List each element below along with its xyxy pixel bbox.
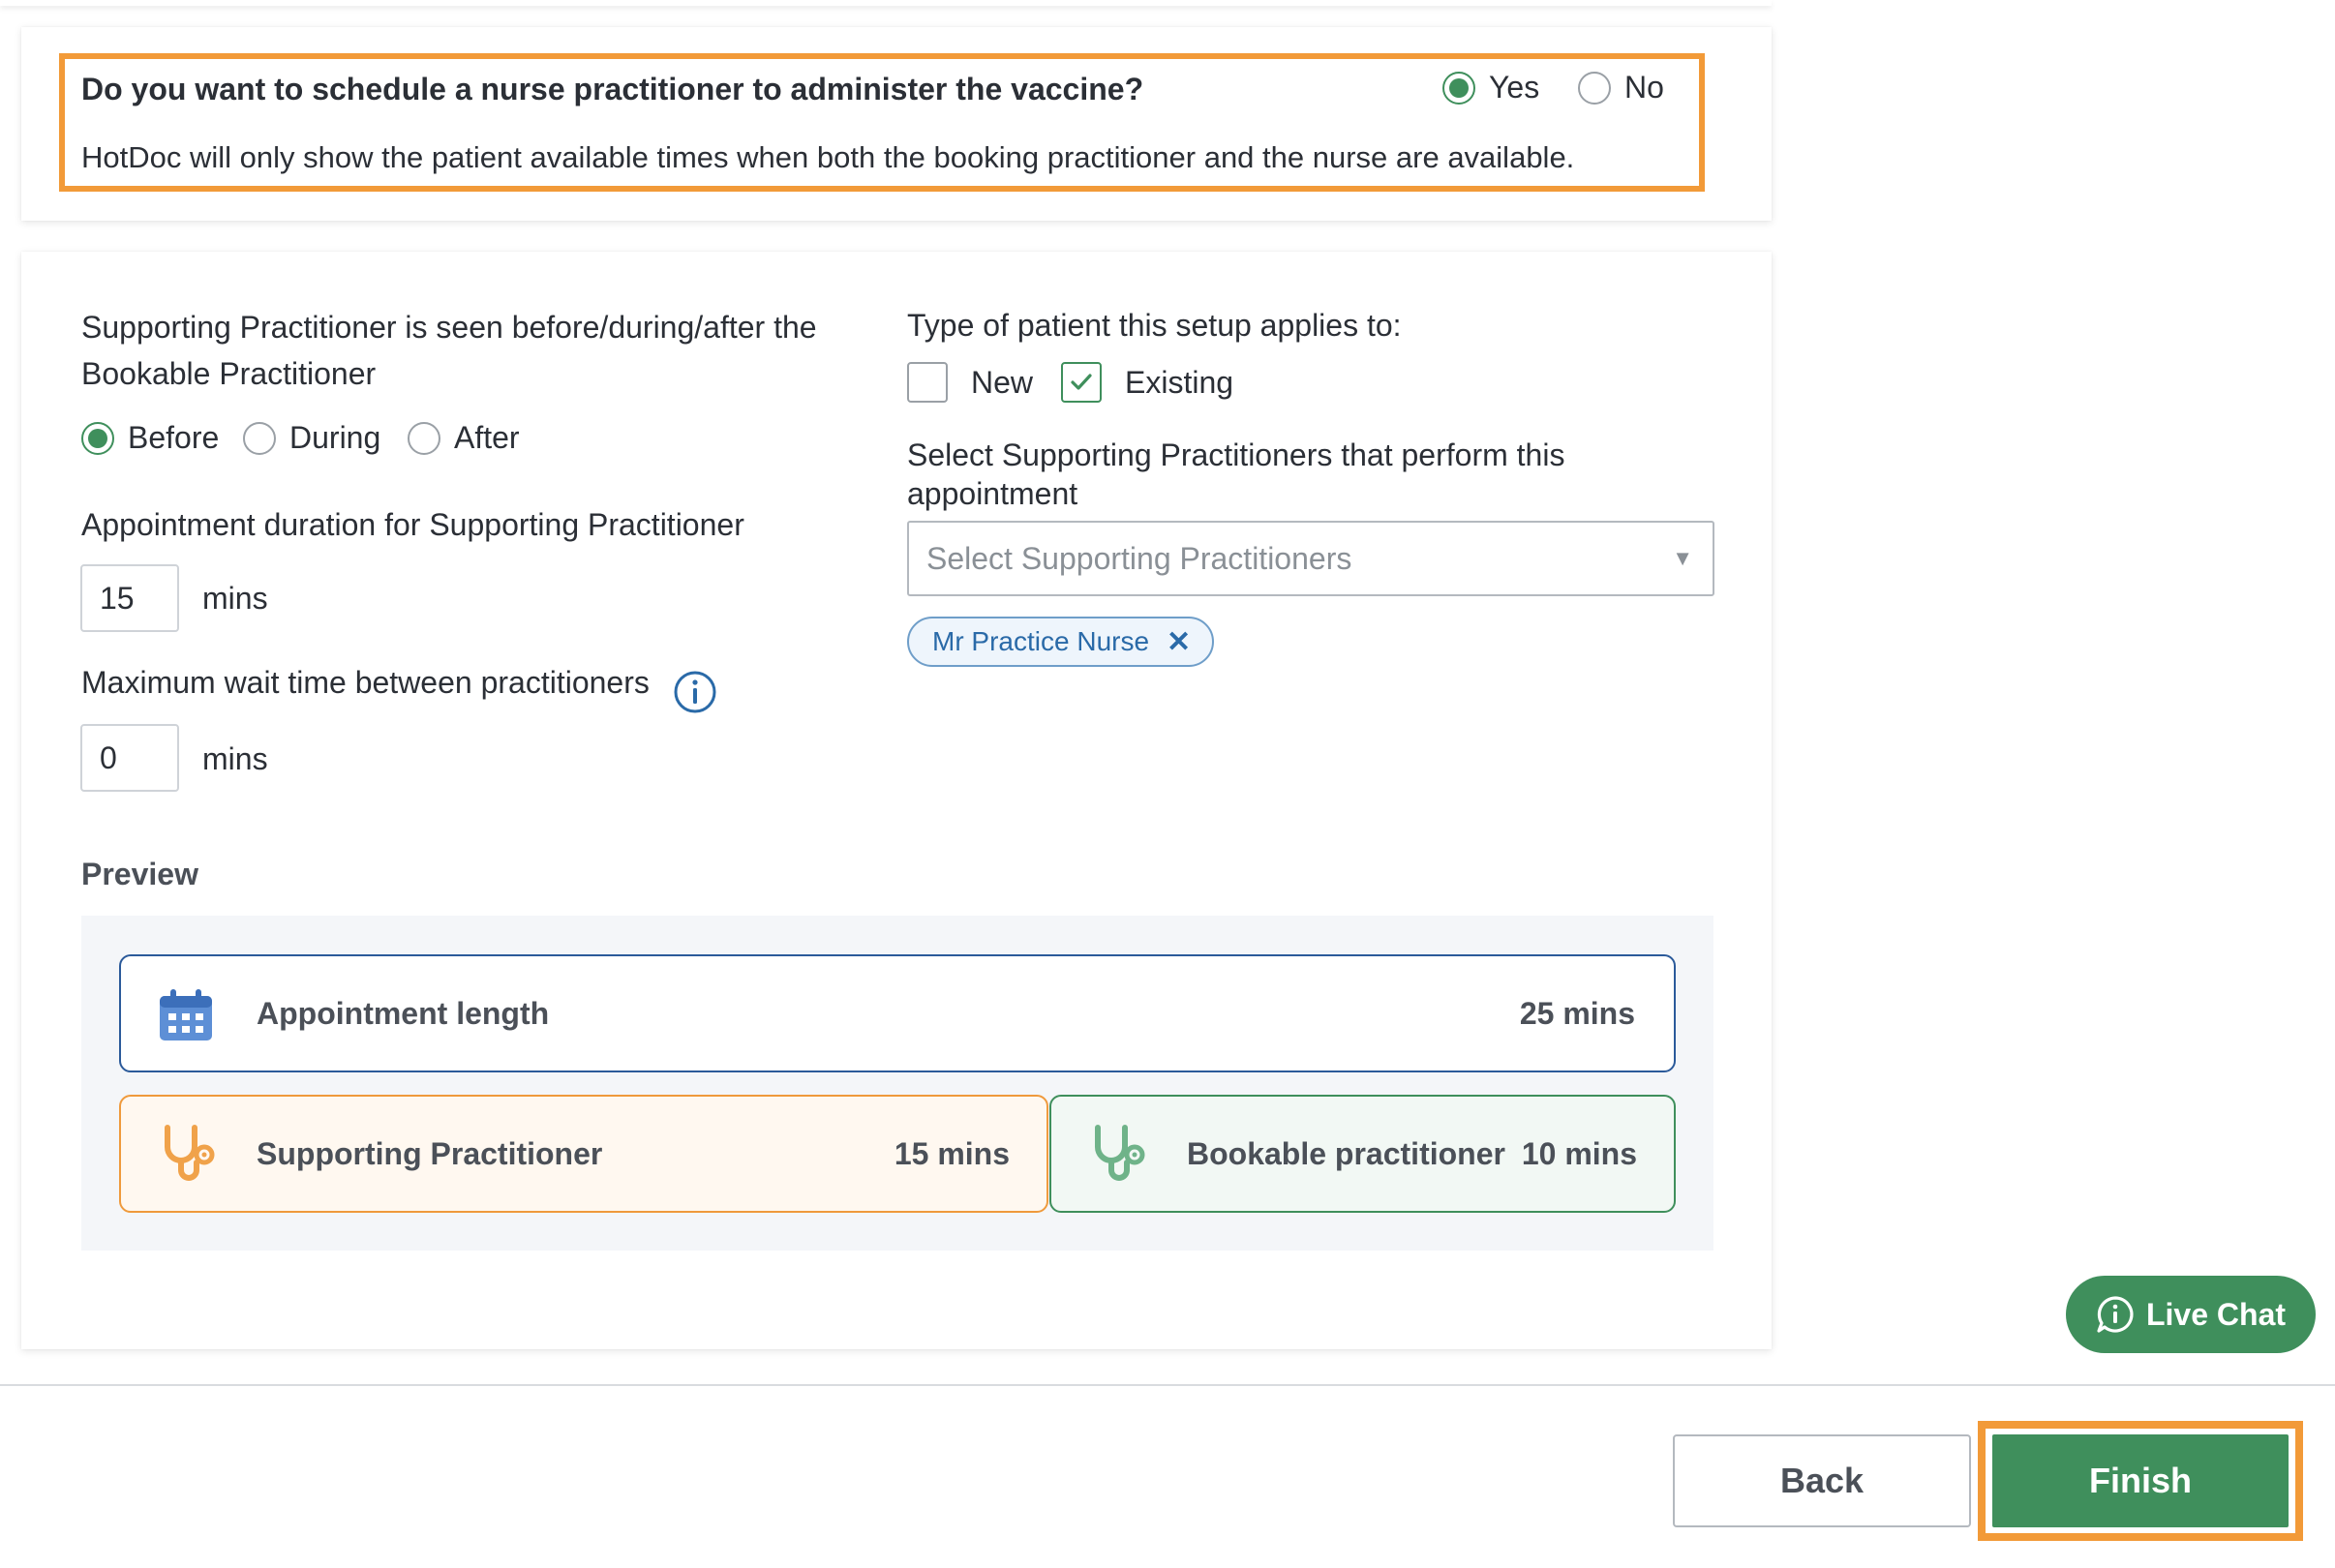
- radio-before-indicator[interactable]: [81, 421, 114, 455]
- radio-after-indicator[interactable]: [408, 421, 440, 455]
- supporting-practitioner-value: 15 mins: [894, 1135, 1010, 1171]
- radio-after-label: After: [454, 420, 520, 455]
- patient-type-label: Type of patient this setup applies to:: [907, 308, 1402, 343]
- checkmark-icon: [1071, 374, 1092, 390]
- supporting-practitioner-label: Supporting Practitioner: [257, 1135, 603, 1171]
- preview-title: Preview: [81, 857, 198, 891]
- checkbox-existing-box[interactable]: [1061, 362, 1102, 403]
- appointment-length-value: 25 mins: [1519, 995, 1635, 1031]
- practitioners-label-line2: appointment: [907, 476, 1078, 511]
- chevron-down-icon: ▼: [1672, 546, 1693, 570]
- duration-input[interactable]: 15: [80, 564, 179, 632]
- bookable-practitioner-value: 10 mins: [1521, 1135, 1637, 1171]
- wait-label: Maximum wait time between practitioners: [81, 665, 650, 700]
- checkbox-new-label: New: [971, 364, 1034, 400]
- radio-during-indicator[interactable]: [243, 421, 276, 455]
- supporting-practitioner-bar: Supporting Practitioner 15 mins: [119, 1095, 1048, 1213]
- practitioner-chip-label: Mr Practice Nurse: [932, 626, 1150, 656]
- practitioners-select-placeholder: Select Supporting Practitioners: [926, 541, 1352, 576]
- checkbox-new[interactable]: New: [907, 362, 1033, 403]
- radio-yes[interactable]: Yes: [1442, 70, 1539, 106]
- stethoscope-icon: [158, 1124, 220, 1193]
- finish-button[interactable]: Finish: [1992, 1434, 2289, 1527]
- duration-unit: mins: [202, 581, 268, 616]
- radio-after[interactable]: After: [408, 420, 520, 456]
- radio-no-label: No: [1624, 70, 1664, 105]
- live-chat-button[interactable]: Live Chat: [2066, 1276, 2316, 1353]
- appointment-length-label: Appointment length: [257, 995, 550, 1031]
- appointment-length-bar: Appointment length 25 mins: [119, 954, 1676, 1072]
- wait-unit: mins: [202, 741, 268, 776]
- wait-input[interactable]: 0: [80, 724, 179, 792]
- duration-label: Appointment duration for Supporting Prac…: [81, 507, 744, 542]
- timing-label-line2: Bookable Practitioner: [81, 356, 377, 391]
- timing-label-line1: Supporting Practitioner is seen before/d…: [81, 310, 817, 345]
- practitioners-select[interactable]: Select Supporting Practitioners ▼: [907, 521, 1714, 596]
- info-icon[interactable]: [673, 670, 717, 719]
- radio-during-label: During: [289, 420, 381, 455]
- radio-yes-label: Yes: [1489, 70, 1540, 105]
- radio-yes-indicator[interactable]: [1442, 71, 1475, 105]
- remove-chip-icon[interactable]: ✕: [1167, 625, 1191, 659]
- radio-during[interactable]: During: [243, 420, 380, 456]
- stethoscope-icon: [1088, 1124, 1150, 1193]
- radio-before[interactable]: Before: [81, 420, 219, 456]
- top-section-edge: [0, 0, 1772, 6]
- chat-icon: [2097, 1296, 2134, 1333]
- radio-no[interactable]: No: [1578, 70, 1664, 106]
- radio-no-indicator[interactable]: [1578, 71, 1611, 105]
- checkbox-existing[interactable]: Existing: [1061, 362, 1233, 403]
- nurse-question-text: Do you want to schedule a nurse practiti…: [81, 72, 1144, 106]
- bookable-practitioner-bar: Bookable practitioner 10 mins: [1049, 1095, 1676, 1213]
- radio-before-label: Before: [128, 420, 220, 455]
- checkbox-new-box[interactable]: [907, 362, 948, 403]
- calendar-icon: [158, 988, 214, 1050]
- footer-divider: [0, 1384, 2335, 1386]
- back-button[interactable]: Back: [1673, 1434, 1971, 1527]
- live-chat-label: Live Chat: [2145, 1296, 2287, 1332]
- checkbox-existing-label: Existing: [1125, 364, 1234, 400]
- practitioner-chip: Mr Practice Nurse ✕: [907, 617, 1215, 667]
- nurse-question-description: HotDoc will only show the patient availa…: [81, 140, 1575, 174]
- bookable-practitioner-label: Bookable practitioner: [1187, 1135, 1505, 1171]
